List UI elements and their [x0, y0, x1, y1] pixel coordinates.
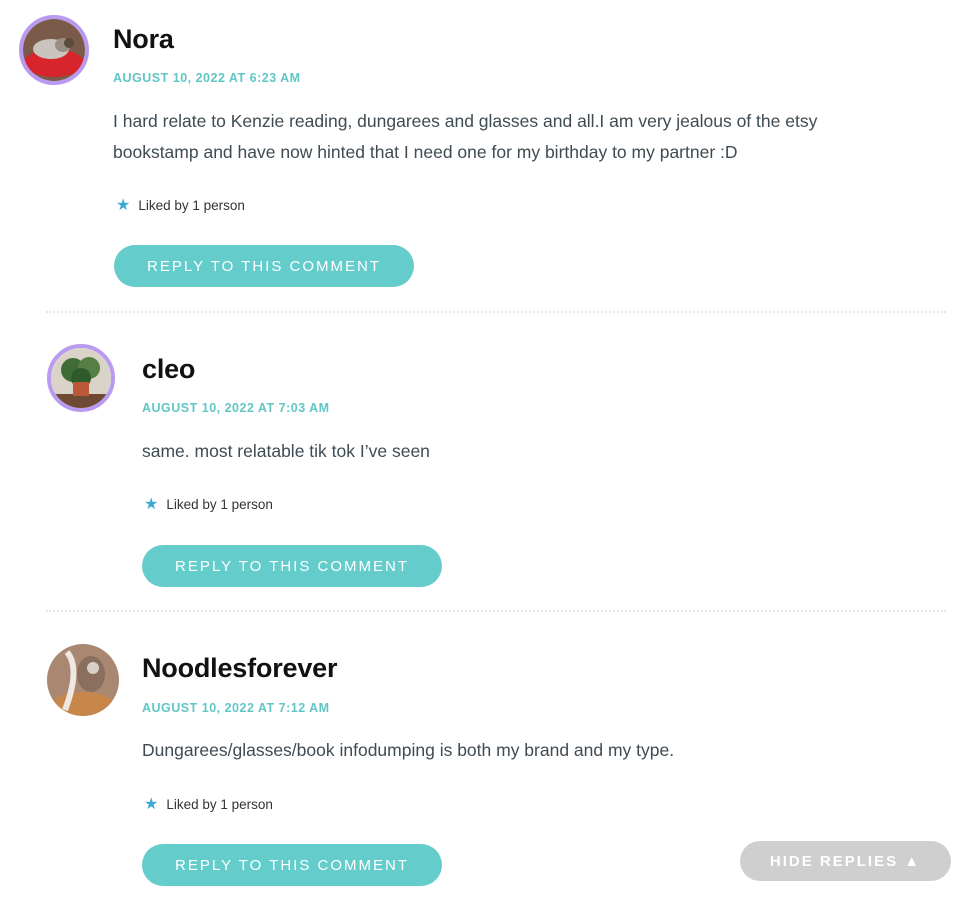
hide-replies-button[interactable]: HIDE REPLIES ▲ — [740, 841, 951, 881]
star-icon: ★ — [144, 796, 159, 813]
star-icon: ★ — [116, 197, 131, 214]
likes-label[interactable]: Liked by 1 person — [166, 497, 273, 512]
comment-divider — [46, 610, 946, 612]
comment-divider — [46, 311, 946, 313]
reply-button[interactable]: REPLY TO THIS COMMENT — [114, 245, 414, 287]
comment-author[interactable]: Noodlesforever — [142, 653, 337, 684]
avatar[interactable] — [47, 344, 115, 412]
likes-label[interactable]: Liked by 1 person — [166, 797, 273, 812]
comment-date[interactable]: AUGUST 10, 2022 AT 6:23 AM — [113, 71, 301, 85]
avatar-cleo-image — [51, 348, 111, 408]
comment-author[interactable]: Nora — [113, 24, 174, 55]
avatar[interactable] — [47, 644, 119, 716]
likes-info: ★ Liked by 1 person — [144, 794, 273, 814]
comment-author[interactable]: cleo — [142, 354, 195, 385]
comment-text: same. most relatable tik tok I’ve seen — [142, 441, 430, 461]
likes-info: ★ Liked by 1 person — [144, 494, 273, 514]
comment-text: I hard relate to Kenzie reading, dungare… — [113, 111, 818, 162]
avatar-noodlesforever-image — [47, 644, 119, 716]
likes-label[interactable]: Liked by 1 person — [138, 198, 245, 213]
reply-button[interactable]: REPLY TO THIS COMMENT — [142, 545, 442, 587]
avatar[interactable] — [19, 15, 89, 85]
comment-date[interactable]: AUGUST 10, 2022 AT 7:03 AM — [142, 401, 330, 415]
star-icon: ★ — [144, 496, 159, 513]
reply-button[interactable]: REPLY TO THIS COMMENT — [142, 844, 442, 886]
comment-date[interactable]: AUGUST 10, 2022 AT 7:12 AM — [142, 701, 330, 715]
avatar-nora-image — [23, 19, 85, 81]
comment-text: Dungarees/glasses/book infodumping is bo… — [142, 740, 675, 760]
likes-info: ★ Liked by 1 person — [116, 195, 245, 215]
